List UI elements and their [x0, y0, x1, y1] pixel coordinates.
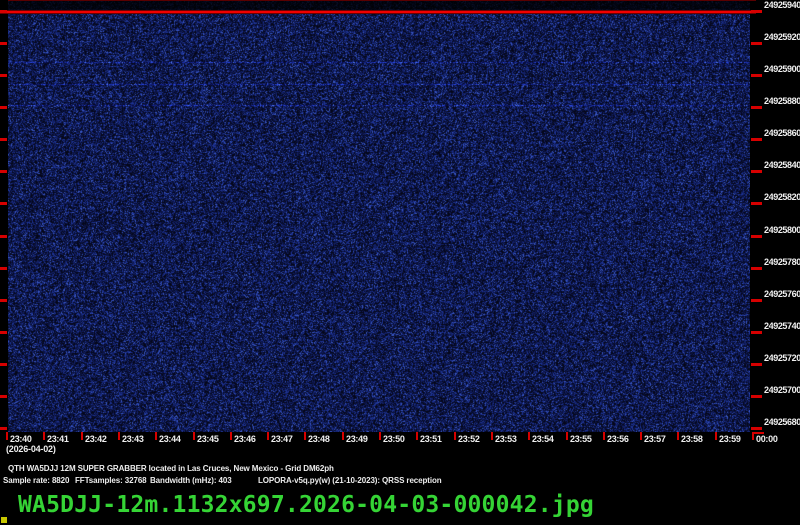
time-axis-label: 23:48 [308, 434, 330, 444]
axis-corner-arm [752, 432, 764, 434]
freq-axis-label: 24925880 [764, 96, 800, 106]
time-axis-label: 23:57 [644, 434, 666, 444]
station-info-line: QTH WA5DJJ 12M SUPER GRABBER located in … [8, 464, 334, 473]
freq-tick-right [751, 202, 762, 205]
time-tick [715, 432, 717, 440]
time-tick [491, 432, 493, 440]
bandwidth-text: Bandwidth (mHz): 403 [150, 476, 232, 485]
freq-tick-right [751, 331, 762, 334]
time-tick [342, 432, 344, 440]
time-tick [379, 432, 381, 440]
time-axis-label: 23:41 [47, 434, 69, 444]
freq-tick-right [751, 363, 762, 366]
freq-tick-right [751, 106, 762, 109]
time-tick [603, 432, 605, 440]
freq-axis-label: 24925800 [764, 225, 800, 235]
freq-tick-right [751, 235, 762, 238]
time-tick [267, 432, 269, 440]
freq-tick-right [751, 267, 762, 270]
software-version-text: LOPORA-v5q.py(w) (21-10-2023): QRSS rece… [258, 476, 442, 485]
time-axis-label: 23:44 [159, 434, 181, 444]
yellow-corner-marker [1, 517, 7, 523]
time-axis-label: 23:42 [85, 434, 107, 444]
sample-rate-text: Sample rate: 8820 [3, 476, 69, 485]
freq-tick-right [751, 10, 762, 13]
time-axis-label: 23:49 [346, 434, 368, 444]
freq-axis-label: 24925840 [764, 160, 800, 170]
freq-tick-right [751, 42, 762, 45]
freq-axis-label: 24925700 [764, 385, 800, 395]
freq-tick-left [0, 235, 7, 238]
time-tick [528, 432, 530, 440]
time-axis-label: 23:45 [197, 434, 219, 444]
time-axis-label: 23:51 [420, 434, 442, 444]
time-tick [640, 432, 642, 440]
freq-axis-label: 24925780 [764, 257, 800, 267]
time-tick [566, 432, 568, 440]
time-tick [43, 432, 45, 440]
date-label: (2026-04-02) [6, 444, 56, 454]
freq-axis-label: 24925900 [764, 64, 800, 74]
time-axis-label: 23:47 [271, 434, 293, 444]
freq-axis-label: 24925820 [764, 192, 800, 202]
time-tick [416, 432, 418, 440]
freq-tick-right [751, 299, 762, 302]
freq-tick-left [0, 10, 7, 13]
freq-axis-label: 24925940 [764, 0, 800, 10]
time-tick [6, 432, 8, 440]
top-edge-dark-red-line [8, 0, 756, 1]
freq-axis-label: 24925760 [764, 289, 800, 299]
freq-axis-label: 24925920 [764, 32, 800, 42]
time-tick [454, 432, 456, 440]
time-tick [677, 432, 679, 440]
time-axis-label: 23:58 [681, 434, 703, 444]
freq-tick-left [0, 363, 7, 366]
time-axis-label: 23:52 [458, 434, 480, 444]
freq-axis-label: 24925740 [764, 321, 800, 331]
freq-tick-left [0, 106, 7, 109]
freq-tick-right [751, 395, 762, 398]
freq-tick-left [0, 42, 7, 45]
time-axis-label: 23:53 [495, 434, 517, 444]
freq-tick-left [0, 138, 7, 141]
time-axis-label: 23:59 [719, 434, 741, 444]
fft-samples-text: FFTsamples: 32768 [75, 476, 147, 485]
time-axis-label: 23:43 [122, 434, 144, 444]
time-axis-label: 00:00 [756, 434, 778, 444]
qrss-grabber-image: 24925940 24925920 24925900 24925880 24925860… [0, 0, 800, 525]
time-axis-label: 23:46 [234, 434, 256, 444]
red-marker-line [0, 11, 756, 13]
freq-tick-left [0, 267, 7, 270]
freq-tick-right [751, 74, 762, 77]
spectrogram-noise-canvas [8, 0, 750, 432]
time-axis-label: 23:50 [383, 434, 405, 444]
time-axis-label: 23:54 [532, 434, 554, 444]
freq-tick-right [751, 427, 762, 430]
freq-tick-right [751, 170, 762, 173]
freq-axis-label: 24925720 [764, 353, 800, 363]
freq-tick-left [0, 202, 7, 205]
freq-tick-left [0, 395, 7, 398]
freq-tick-left [0, 299, 7, 302]
time-tick [193, 432, 195, 440]
freq-axis-label: 24925680 [764, 417, 800, 427]
time-tick [118, 432, 120, 440]
freq-axis-label: 24925860 [764, 128, 800, 138]
freq-tick-right [751, 138, 762, 141]
freq-tick-left [0, 74, 7, 77]
time-tick [304, 432, 306, 440]
time-tick [81, 432, 83, 440]
capture-settings-line: Sample rate: 8820 FFTsamples: 32768 Band… [0, 476, 800, 488]
time-axis-label: 23:56 [607, 434, 629, 444]
time-tick [155, 432, 157, 440]
freq-tick-left [0, 427, 7, 430]
time-tick [230, 432, 232, 440]
image-filename-text: WA5DJJ-12m.1132x697.2026-04-03-000042.jp… [18, 492, 594, 518]
freq-tick-left [0, 331, 7, 334]
time-axis-label: 23:55 [570, 434, 592, 444]
freq-tick-left [0, 170, 7, 173]
time-axis-label: 23:40 [10, 434, 32, 444]
